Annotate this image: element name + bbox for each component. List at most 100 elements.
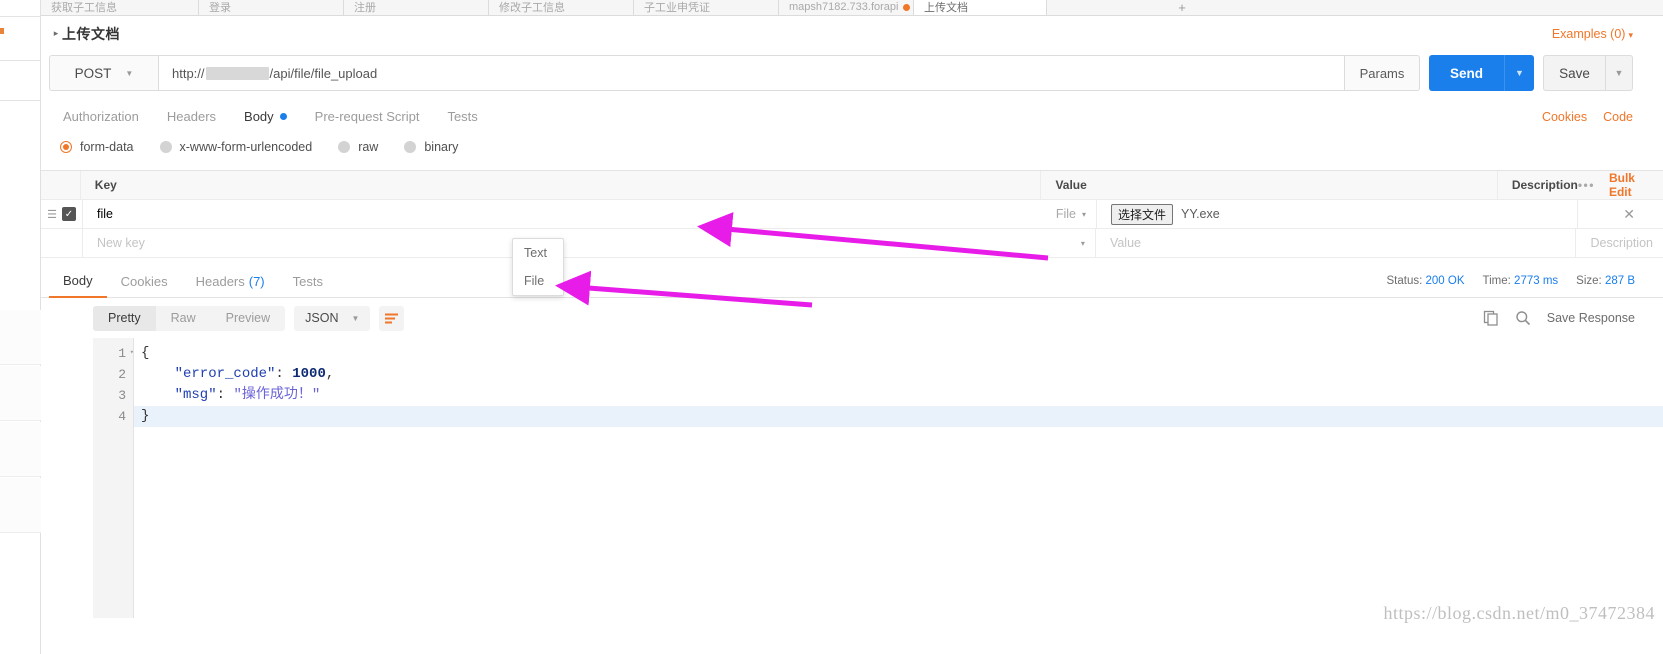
examples-dropdown[interactable]: Examples (0) ▾ xyxy=(1552,27,1633,41)
radio-unselected-icon xyxy=(404,141,417,153)
search-icon[interactable] xyxy=(1515,310,1531,326)
examples-label: Examples (0) xyxy=(1551,27,1626,41)
radio-unselected-icon xyxy=(159,141,172,153)
radio-label: x-www-form-urlencoded xyxy=(179,140,313,154)
view-mode-pretty[interactable]: Pretty xyxy=(93,305,156,331)
rail-divider xyxy=(0,100,41,101)
code-content[interactable]: { "error_code": 1000, "msg": "操作成功！" } xyxy=(134,338,1663,618)
table-new-row: New key ▾ Value Description xyxy=(41,229,1663,258)
save-button-group: Save ▼ xyxy=(1543,55,1633,91)
response-tab-headers[interactable]: Headers (7) xyxy=(182,265,279,298)
size-group: Size: 287 B xyxy=(1576,275,1635,287)
save-button[interactable]: Save xyxy=(1543,55,1605,91)
tab-body[interactable]: Body xyxy=(230,101,301,132)
code-line: "msg": "操作成功！" xyxy=(134,385,1663,406)
choose-file-button[interactable]: 选择文件 xyxy=(1111,203,1174,225)
tabstrip-tab-label: 注册 xyxy=(354,2,376,14)
status-label: Status: xyxy=(1386,275,1423,287)
tabstrip-tab-4[interactable]: 子工业申凭证 xyxy=(634,0,779,15)
table-options-icon[interactable]: ••• xyxy=(1578,178,1595,192)
params-button[interactable]: Params xyxy=(1345,55,1420,91)
collapse-caret-icon[interactable]: ▸ xyxy=(50,29,62,38)
view-mode-raw[interactable]: Raw xyxy=(156,306,211,331)
remove-row-button[interactable]: ✕ xyxy=(1623,206,1653,223)
response-section-tabs: Body Cookies Headers (7) Tests Status: 2… xyxy=(41,265,1663,298)
row-checkbox[interactable]: ✓ xyxy=(61,207,76,221)
line-number: 1 ▾ xyxy=(93,343,134,364)
radio-form-data[interactable]: form-data xyxy=(60,140,134,154)
radio-binary[interactable]: binary xyxy=(404,140,458,154)
request-tab-strip[interactable]: 获取子工信息 登录 注册 修改子工信息 子工业申凭证 mapsh7182.733… xyxy=(41,0,1663,16)
radio-raw[interactable]: raw xyxy=(338,140,378,154)
body-modified-dot-icon xyxy=(279,113,287,120)
url-prefix: http:// xyxy=(172,65,205,81)
send-button[interactable]: Send xyxy=(1429,55,1504,91)
request-title-row: ▸ 上传文档 Examples (0) ▾ xyxy=(41,16,1663,51)
type-option-file[interactable]: File xyxy=(513,267,563,295)
new-row-value-cell[interactable]: Value xyxy=(1094,229,1576,257)
value-type-dropdown-menu[interactable]: Text File xyxy=(512,238,564,296)
response-tab-label: Tests xyxy=(292,273,323,289)
code-link[interactable]: Code xyxy=(1603,110,1633,124)
radio-selected-icon xyxy=(60,141,72,153)
code-token: 1000 xyxy=(292,366,326,382)
bulk-edit-button[interactable]: Bulk Edit xyxy=(1609,171,1653,199)
save-options-caret-icon[interactable]: ▼ xyxy=(1605,55,1633,91)
rail-ghost-row xyxy=(0,478,41,533)
tab-tests[interactable]: Tests xyxy=(433,101,491,132)
rail-divider xyxy=(0,16,41,17)
send-options-caret-icon[interactable]: ▼ xyxy=(1504,55,1534,91)
table-row: ☰ ✓ file File ▾ 选择文件 YY.exe ✕ xyxy=(41,200,1663,229)
tabstrip-tab-1[interactable]: 登录 xyxy=(199,0,344,15)
tabstrip-tab-overflow[interactable] xyxy=(1047,0,1167,15)
view-mode-segmented-control: Pretty Raw Preview xyxy=(93,305,286,331)
tabstrip-tab-0[interactable]: 获取子工信息 xyxy=(41,0,199,15)
new-row-type-select[interactable]: ▾ xyxy=(1081,239,1085,248)
code-fold-icon[interactable]: ▾ xyxy=(130,343,134,364)
drag-handle-icon[interactable]: ☰ xyxy=(47,208,57,221)
tab-authorization[interactable]: Authorization xyxy=(49,101,153,132)
row-description-cell[interactable]: ✕ xyxy=(1577,200,1663,228)
code-token: : xyxy=(216,387,234,403)
add-tab-button[interactable]: + xyxy=(1167,0,1197,15)
tab-pre-request-script[interactable]: Pre-request Script xyxy=(301,101,434,132)
http-method-value: POST xyxy=(74,65,112,81)
table-header-row: Key Value Description ••• Bulk Edit xyxy=(41,171,1663,200)
response-body-code[interactable]: 1 ▾ 2 3 4 { "error_code": 1000, "msg": "操… xyxy=(93,338,1663,618)
row-key-cell[interactable]: file File ▾ xyxy=(82,200,1096,228)
copy-icon[interactable] xyxy=(1483,310,1499,326)
selected-file-name: YY.exe xyxy=(1181,207,1220,221)
tabstrip-tab-6[interactable]: 上传文档 xyxy=(914,0,1047,15)
url-input[interactable]: http:// /api/file/file_upload xyxy=(158,55,1345,91)
url-bar-row: POST ▼ http:// /api/file/file_upload Para… xyxy=(41,51,1663,95)
tabstrip-tab-3[interactable]: 修改子工信息 xyxy=(489,0,634,15)
type-option-text[interactable]: Text xyxy=(513,239,563,267)
tab-label: Tests xyxy=(447,109,478,124)
redacted-host-block xyxy=(205,66,269,80)
view-mode-preview[interactable]: Preview xyxy=(211,306,285,331)
new-row-description-cell[interactable]: Description xyxy=(1575,229,1663,257)
request-section-tabs: Authorization Headers Body Pre-request S… xyxy=(41,101,1663,132)
code-token: : xyxy=(275,366,293,382)
tab-headers[interactable]: Headers xyxy=(153,101,230,132)
response-tab-label: Cookies xyxy=(120,273,168,289)
response-tab-cookies[interactable]: Cookies xyxy=(107,265,182,298)
new-row-key-cell[interactable]: New key ▾ xyxy=(81,229,1095,257)
radio-x-www-form-urlencoded[interactable]: x-www-form-urlencoded xyxy=(159,140,313,154)
column-header-value: Value xyxy=(1040,171,1496,199)
response-tab-tests[interactable]: Tests xyxy=(279,265,337,298)
chevron-down-icon: ▾ xyxy=(1080,238,1085,248)
response-format-select[interactable]: JSON ▼ xyxy=(294,305,371,331)
tabstrip-tab-5[interactable]: mapsh7182.733.forapi xyxy=(779,0,914,15)
line-number-value: 1 xyxy=(118,346,126,361)
response-view-toolbar: Pretty Raw Preview JSON ▼ Save Response xyxy=(41,298,1663,338)
row-key-value: file xyxy=(97,207,113,221)
cookies-link[interactable]: Cookies xyxy=(1542,110,1587,124)
save-response-button[interactable]: Save Response xyxy=(1547,311,1635,325)
http-method-select[interactable]: POST ▼ xyxy=(49,55,158,91)
tabstrip-tab-2[interactable]: 注册 xyxy=(344,0,489,15)
new-value-placeholder: Value xyxy=(1109,236,1141,250)
row-type-select[interactable]: File ▾ xyxy=(1056,207,1086,221)
response-tab-body[interactable]: Body xyxy=(49,265,107,298)
wrap-lines-icon[interactable] xyxy=(379,305,405,331)
